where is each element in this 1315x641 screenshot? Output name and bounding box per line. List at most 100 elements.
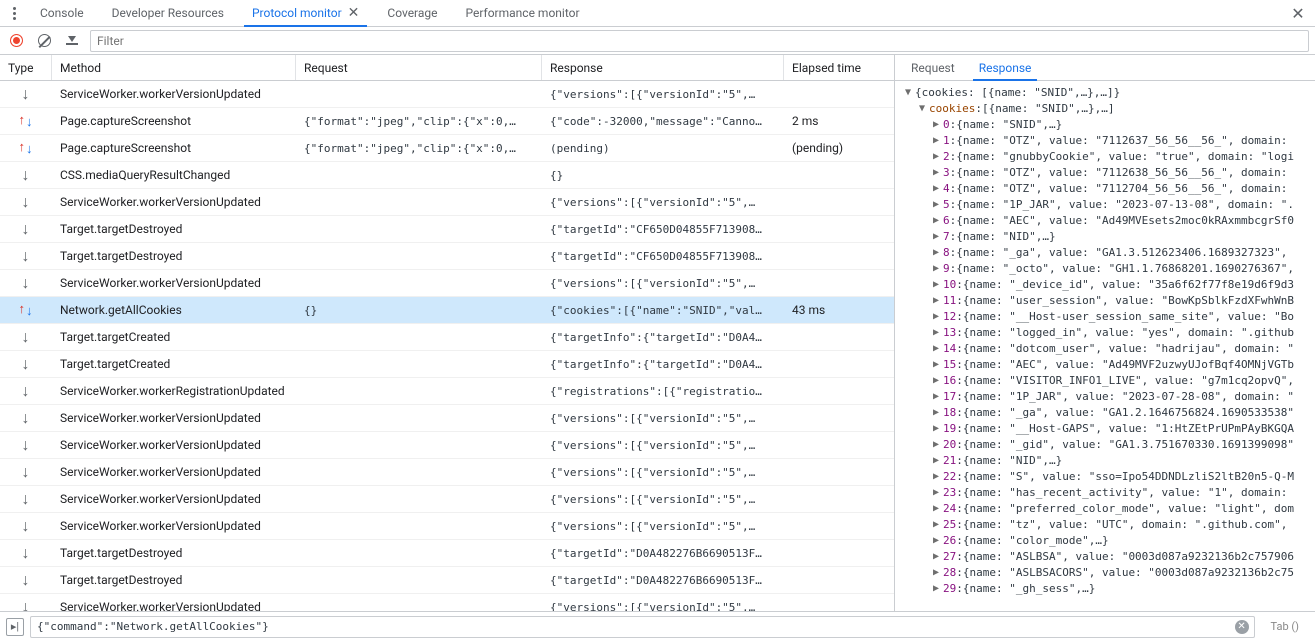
table-row[interactable]: ↓Target.targetDestroyed{"targetId":"D0A4… (0, 567, 894, 594)
tree-row[interactable]: 26: {name: "color_mode",…} (905, 533, 1311, 549)
panel-tab[interactable]: Coverage (373, 0, 451, 26)
disclosure-icon[interactable] (919, 101, 929, 117)
disclosure-icon[interactable] (933, 501, 943, 517)
table-row[interactable]: ↓ServiceWorker.workerVersionUpdated{"ver… (0, 594, 894, 611)
disclosure-icon[interactable] (933, 549, 943, 565)
send-command-button[interactable]: ▸| (6, 618, 24, 636)
table-row[interactable]: ↑↓Page.captureScreenshot{"format":"jpeg"… (0, 108, 894, 135)
tree-row[interactable]: 2: {name: "gnubbyCookie", value: "true",… (905, 149, 1311, 165)
tree-row[interactable]: 19: {name: "__Host-GAPS", value: "1:HtZE… (905, 421, 1311, 437)
disclosure-icon[interactable] (933, 581, 943, 597)
disclosure-icon[interactable] (933, 133, 943, 149)
filter-input[interactable] (90, 30, 1309, 52)
tree-row[interactable]: 17: {name: "1P_JAR", value: "2023-07-28-… (905, 389, 1311, 405)
tree-row[interactable]: 27: {name: "ASLBSA", value: "0003d087a92… (905, 549, 1311, 565)
disclosure-icon[interactable] (933, 197, 943, 213)
record-button[interactable] (6, 31, 26, 51)
tree-row[interactable]: 13: {name: "logged_in", value: "yes", do… (905, 325, 1311, 341)
json-tree[interactable]: {cookies: [{name: "SNID",…},…]}cookies: … (895, 81, 1315, 611)
table-row[interactable]: ↓ServiceWorker.workerVersionUpdated{"ver… (0, 486, 894, 513)
disclosure-icon[interactable] (933, 325, 943, 341)
tree-row[interactable]: 20: {name: "_gid", value: "GA1.3.7516703… (905, 437, 1311, 453)
th-request[interactable]: Request (296, 55, 542, 80)
tree-row[interactable]: 8: {name: "_ga", value: "GA1.3.512623406… (905, 245, 1311, 261)
disclosure-icon[interactable] (933, 533, 943, 549)
tree-row[interactable]: 22: {name: "S", value: "sso=Ipo54DDNDLzl… (905, 469, 1311, 485)
table-row[interactable]: ↓ServiceWorker.workerVersionUpdated{"ver… (0, 270, 894, 297)
disclosure-icon[interactable] (933, 357, 943, 373)
tree-row[interactable]: 5: {name: "1P_JAR", value: "2023-07-13-0… (905, 197, 1311, 213)
disclosure-icon[interactable] (933, 517, 943, 533)
tree-row[interactable]: 12: {name: "__Host-user_session_same_sit… (905, 309, 1311, 325)
th-type[interactable]: Type (0, 55, 52, 80)
tree-row[interactable]: {cookies: [{name: "SNID",…},…]} (905, 85, 1311, 101)
panel-tab[interactable]: Developer Resources (98, 0, 238, 26)
tree-row[interactable]: 18: {name: "_ga", value: "GA1.2.16467568… (905, 405, 1311, 421)
tree-row[interactable]: 7: {name: "NID",…} (905, 229, 1311, 245)
table-row[interactable]: ↓Target.targetDestroyed{"targetId":"D0A4… (0, 540, 894, 567)
tree-row[interactable]: cookies: [{name: "SNID",…},…] (905, 101, 1311, 117)
th-response[interactable]: Response (542, 55, 784, 80)
tab-request[interactable]: Request (901, 55, 965, 80)
tree-row[interactable]: 10: {name: "_device_id", value: "35a6f62… (905, 277, 1311, 293)
table-row[interactable]: ↓Target.targetCreated{"targetInfo":{"tar… (0, 324, 894, 351)
tree-row[interactable]: 11: {name: "user_session", value: "BowKp… (905, 293, 1311, 309)
clear-command-icon[interactable]: ✕ (1235, 620, 1249, 634)
disclosure-icon[interactable] (933, 421, 943, 437)
table-row[interactable]: ↓ServiceWorker.workerVersionUpdated{"ver… (0, 405, 894, 432)
more-menu-icon[interactable] (4, 0, 24, 26)
table-row[interactable]: ↓ServiceWorker.workerVersionUpdated{"ver… (0, 81, 894, 108)
table-row[interactable]: ↓ServiceWorker.workerVersionUpdated{"ver… (0, 189, 894, 216)
tree-row[interactable]: 16: {name: "VISITOR_INFO1_LIVE", value: … (905, 373, 1311, 389)
tree-row[interactable]: 15: {name: "AEC", value: "Ad49MVF2uzwyUJ… (905, 357, 1311, 373)
disclosure-icon[interactable] (933, 261, 943, 277)
table-row[interactable]: ↓ServiceWorker.workerVersionUpdated{"ver… (0, 459, 894, 486)
panel-tab[interactable]: Console (26, 0, 98, 26)
tab-response[interactable]: Response (969, 55, 1042, 80)
disclosure-icon[interactable] (933, 181, 943, 197)
tree-row[interactable]: 9: {name: "_octo", value: "GH1.1.7686820… (905, 261, 1311, 277)
table-row[interactable]: ↓ServiceWorker.workerVersionUpdated{"ver… (0, 513, 894, 540)
command-input[interactable] (30, 616, 1255, 638)
table-row[interactable]: ↓ServiceWorker.workerRegistrationUpdated… (0, 378, 894, 405)
table-row[interactable]: ↓Target.targetDestroyed{"targetId":"CF65… (0, 216, 894, 243)
tree-row[interactable]: 25: {name: "tz", value: "UTC", domain: "… (905, 517, 1311, 533)
table-row[interactable]: ↓Target.targetCreated{"targetInfo":{"tar… (0, 351, 894, 378)
disclosure-icon[interactable] (933, 149, 943, 165)
close-tab-icon[interactable]: ✕ (348, 6, 360, 20)
close-panel-icon[interactable]: ✕ (1285, 4, 1311, 23)
tree-row[interactable]: 23: {name: "has_recent_activity", value:… (905, 485, 1311, 501)
disclosure-icon[interactable] (933, 229, 943, 245)
table-body[interactable]: ↓ServiceWorker.workerVersionUpdated{"ver… (0, 81, 894, 611)
table-row[interactable]: ↓CSS.mediaQueryResultChanged{} (0, 162, 894, 189)
disclosure-icon[interactable] (933, 117, 943, 133)
disclosure-icon[interactable] (933, 165, 943, 181)
tree-row[interactable]: 1: {name: "OTZ", value: "7112637_56_56__… (905, 133, 1311, 149)
clear-button[interactable] (34, 31, 54, 51)
disclosure-icon[interactable] (933, 485, 943, 501)
tree-row[interactable]: 24: {name: "preferred_color_mode", value… (905, 501, 1311, 517)
tree-row[interactable]: 28: {name: "ASLBSACORS", value: "0003d08… (905, 565, 1311, 581)
tree-row[interactable]: 0: {name: "SNID",…} (905, 117, 1311, 133)
disclosure-icon[interactable] (933, 453, 943, 469)
save-button[interactable] (62, 31, 82, 51)
disclosure-icon[interactable] (933, 341, 943, 357)
disclosure-icon[interactable] (933, 373, 943, 389)
table-row[interactable]: ↑↓Page.captureScreenshot{"format":"jpeg"… (0, 135, 894, 162)
table-row[interactable]: ↑↓Network.getAllCookies{}{"cookies":[{"n… (0, 297, 894, 324)
disclosure-icon[interactable] (933, 213, 943, 229)
tree-row[interactable]: 29: {name: "_gh_sess",…} (905, 581, 1311, 597)
disclosure-icon[interactable] (933, 437, 943, 453)
disclosure-icon[interactable] (933, 293, 943, 309)
disclosure-icon[interactable] (933, 245, 943, 261)
tree-row[interactable]: 6: {name: "AEC", value: "Ad49MVEsets2moc… (905, 213, 1311, 229)
table-row[interactable]: ↓Target.targetDestroyed{"targetId":"CF65… (0, 243, 894, 270)
disclosure-icon[interactable] (905, 85, 915, 101)
disclosure-icon[interactable] (933, 469, 943, 485)
tree-row[interactable]: 3: {name: "OTZ", value: "7112638_56_56__… (905, 165, 1311, 181)
th-time[interactable]: Elapsed time (784, 55, 894, 80)
th-method[interactable]: Method (52, 55, 296, 80)
disclosure-icon[interactable] (933, 565, 943, 581)
tree-row[interactable]: 21: {name: "NID",…} (905, 453, 1311, 469)
panel-tab[interactable]: Protocol monitor✕ (238, 0, 373, 26)
